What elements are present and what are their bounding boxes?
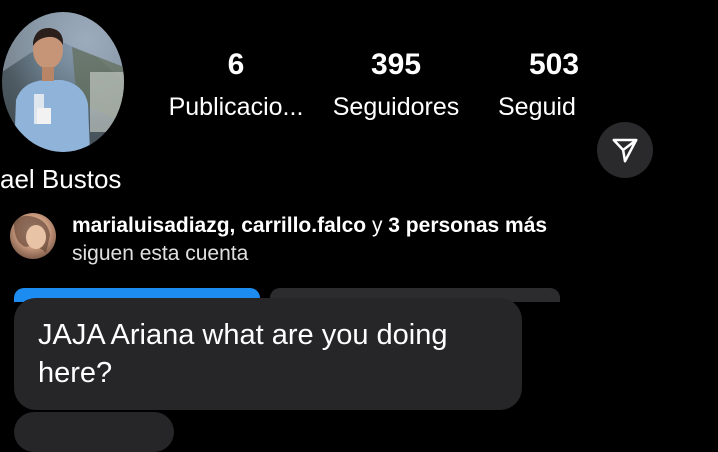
followed-by-suffix: siguen esta cuenta [72, 242, 249, 265]
posts-count: 6 [227, 48, 245, 81]
profile-name: ael Bustos [0, 164, 122, 194]
follower-photo [14, 215, 50, 253]
profile-avatar[interactable] [2, 12, 124, 152]
message-bubble[interactable]: JAJA Ariana what are you doing here? [14, 298, 522, 410]
following-count: 503 [528, 48, 580, 81]
followed-by-names[interactable]: marialuisadiazg, carrillo.falco [72, 214, 366, 237]
posts-label: Publicacio... [168, 93, 304, 121]
follower-avatar[interactable] [10, 213, 56, 259]
posts-stat[interactable]: 6 Publicacio... [156, 48, 316, 124]
followed-by-text[interactable]: marialuisadiazg, carrillo.falco y 3 pers… [72, 213, 547, 239]
paper-plane-icon [612, 138, 638, 163]
message-bubble-partial[interactable] [14, 412, 174, 452]
following-label: Seguid [498, 93, 576, 121]
profile-photo [2, 12, 124, 152]
message-text: JAJA Ariana what are you doing here? [38, 319, 448, 389]
share-profile-button[interactable] [597, 122, 653, 178]
followers-label: Seguidores [332, 93, 460, 121]
followers-count: 395 [370, 48, 422, 81]
followed-by-connector: y [366, 214, 389, 237]
followed-by-others[interactable]: 3 personas más [388, 214, 547, 237]
following-stat[interactable]: 503 Seguid [474, 48, 634, 124]
followers-stat[interactable]: 395 Seguidores [316, 48, 476, 124]
